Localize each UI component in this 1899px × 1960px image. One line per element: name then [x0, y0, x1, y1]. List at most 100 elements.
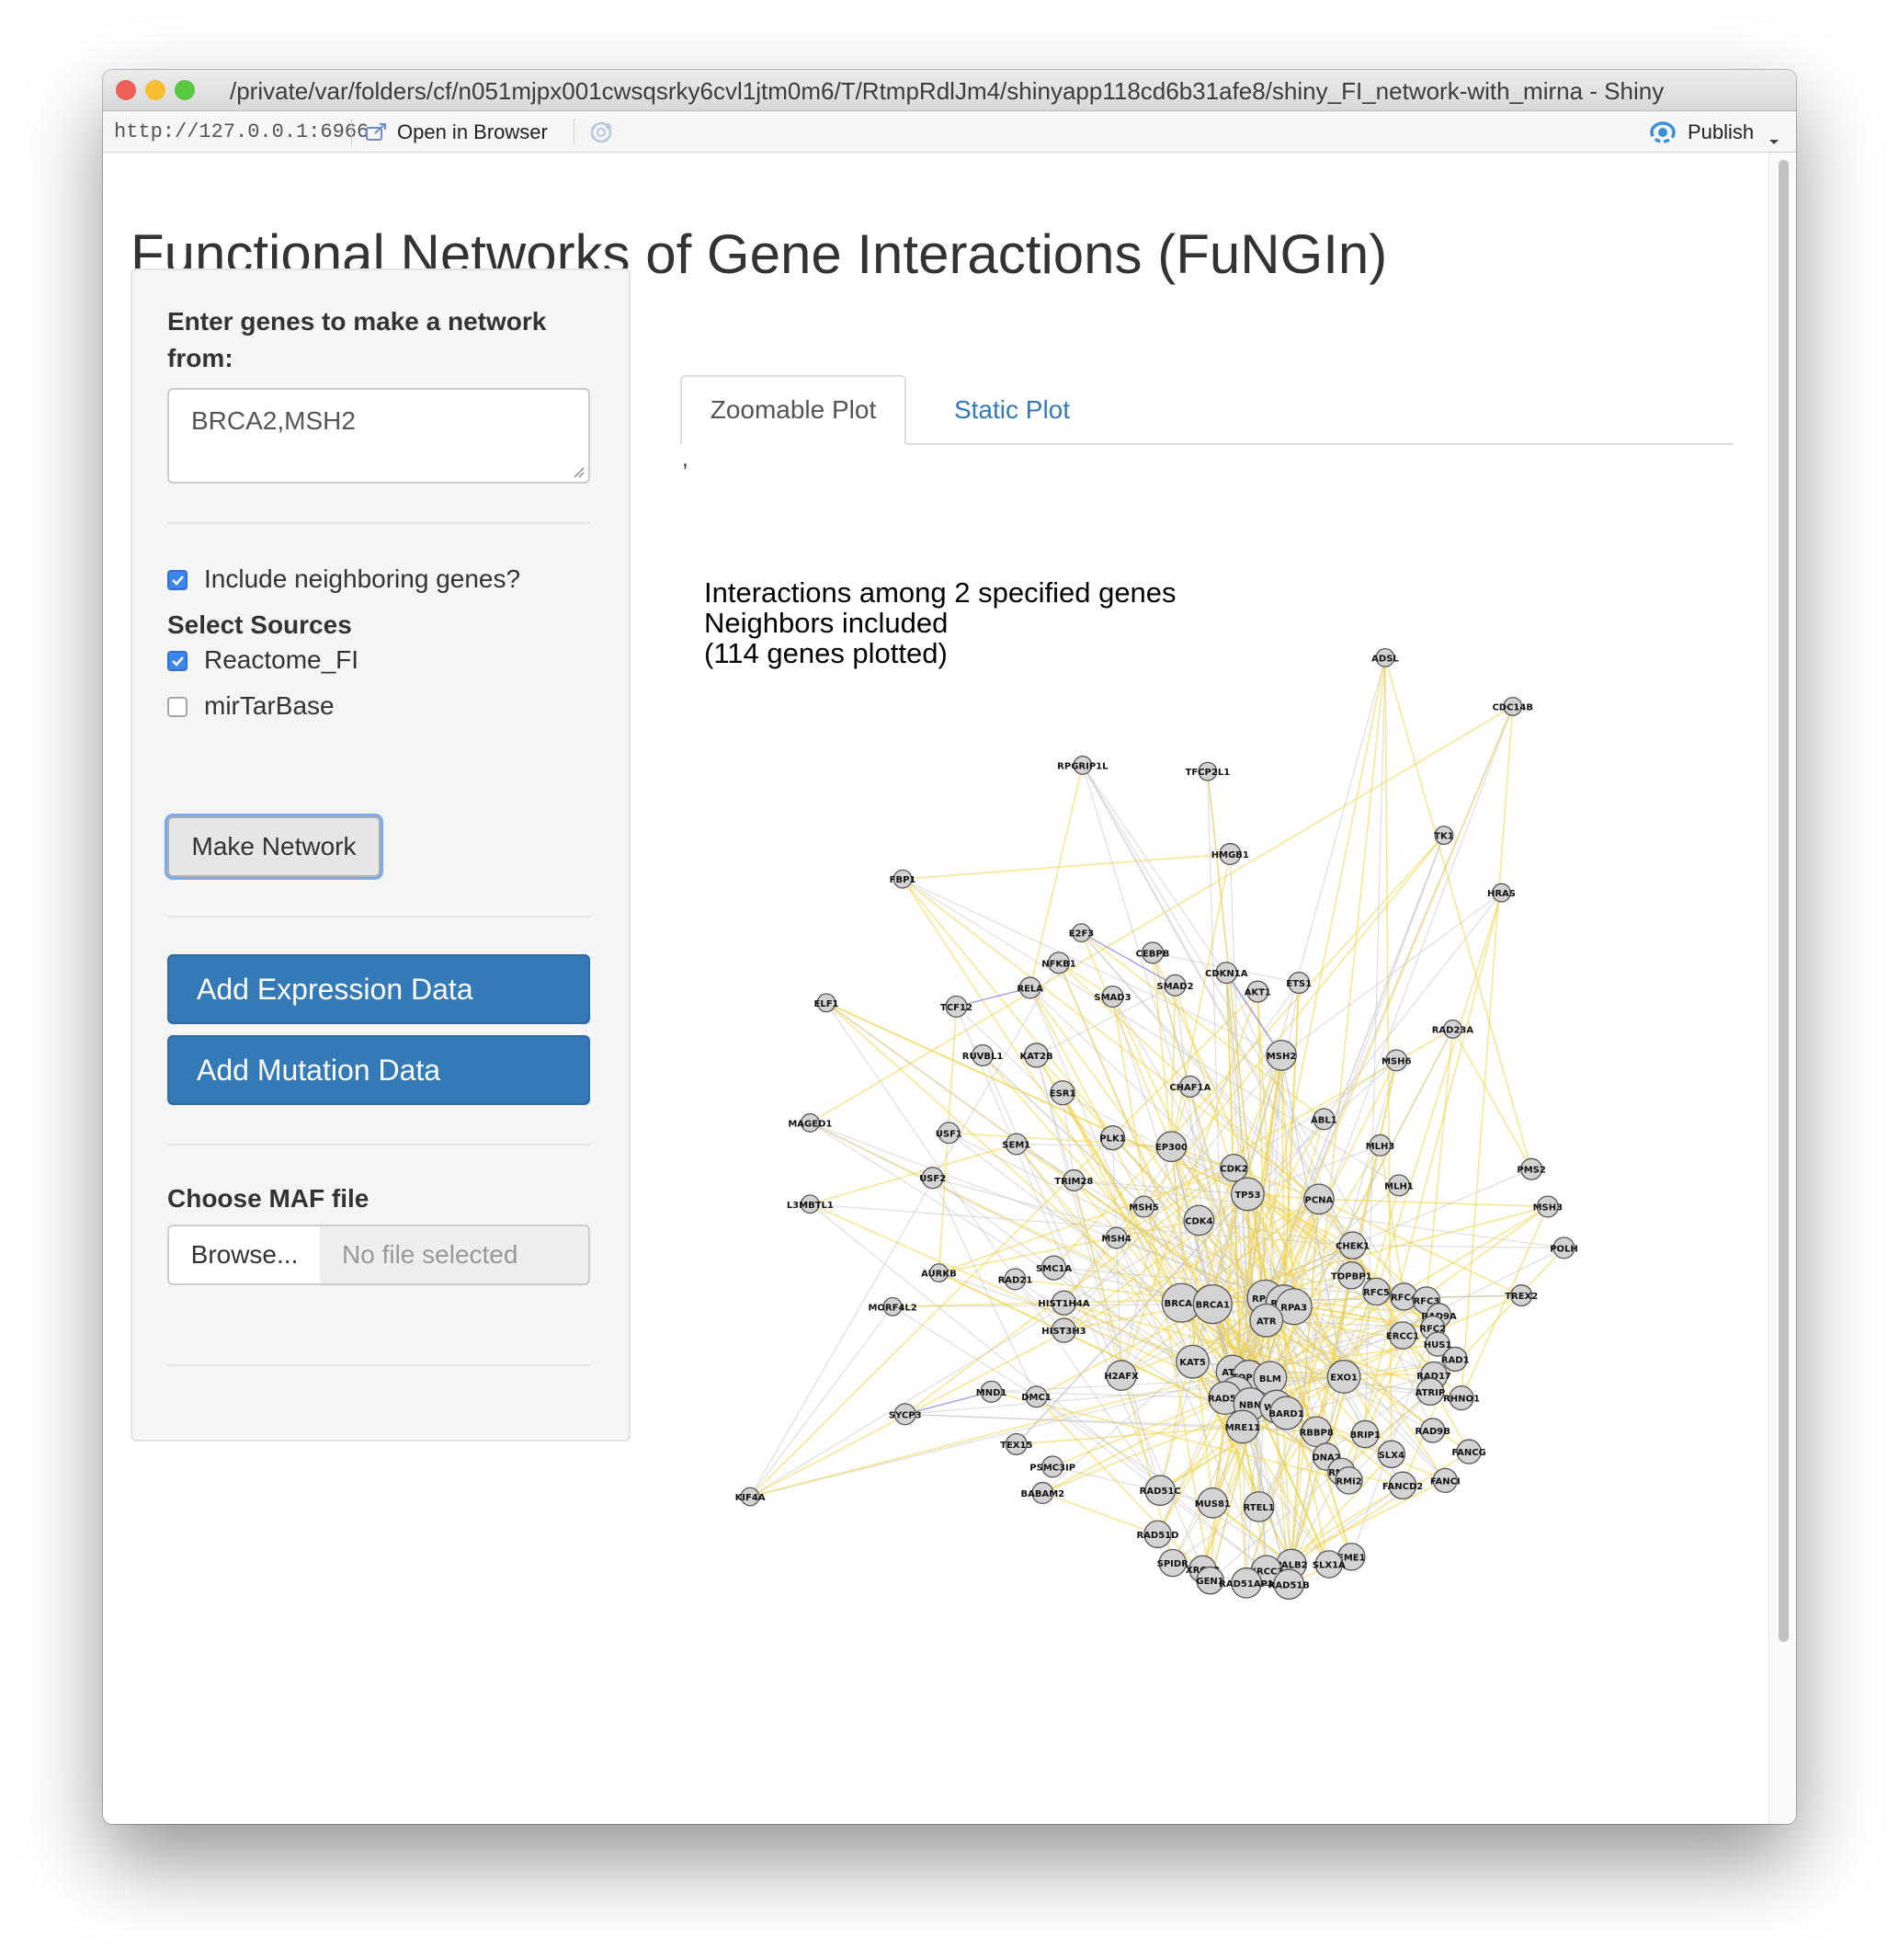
open-browser-icon[interactable] [366, 122, 388, 148]
gene-node-morf4l2[interactable]: MORF4L2 [868, 1296, 917, 1316]
gene-node-polh[interactable]: POLH [1550, 1236, 1578, 1259]
gene-label: RAD51D [1136, 1531, 1178, 1541]
gene-node-pms2[interactable]: PMS2 [1517, 1157, 1546, 1180]
gene-label: RBBP8 [1300, 1428, 1334, 1438]
network-nodes: ADSL CDC14B RPGRIP1L TFCP2L1 TK1 HMGB1 FBP1 HRA… [735, 647, 1578, 1601]
gene-node-tcf12[interactable]: TCF12 [940, 995, 972, 1018]
network-edges [749, 657, 1565, 1585]
gene-node-brca1[interactable]: BRCA1 [1192, 1283, 1233, 1325]
gene-node-rfc5[interactable]: RFC5 [1362, 1277, 1391, 1306]
gene-node-tex15[interactable]: TEX15 [1000, 1432, 1032, 1455]
gene-label: MSH2 [1267, 1052, 1297, 1062]
gene-label: ELF1 [814, 999, 839, 1009]
gene-node-esr1[interactable]: ESR1 [1050, 1080, 1076, 1106]
gene-node-kat5[interactable]: KAT5 [1176, 1344, 1210, 1379]
gene-label: MAGED1 [788, 1119, 832, 1129]
gene-node-rtel1[interactable]: RTEL1 [1244, 1491, 1275, 1522]
viewer-toolbar: http://127.0.0.1:6966 Open in Browser Pu… [103, 111, 1796, 153]
chevron-down-icon[interactable] [1768, 128, 1780, 152]
gene-node-cdc14b[interactable]: CDC14B [1492, 697, 1533, 716]
gene-label: TCF12 [940, 1003, 972, 1013]
gene-label: HIST1H4A [1038, 1299, 1089, 1309]
gene-label: MSH3 [1533, 1203, 1564, 1214]
gene-node-maged1[interactable]: MAGED1 [788, 1112, 832, 1133]
gene-node-fanci[interactable]: FANCI [1430, 1467, 1461, 1494]
gene-node-e2f3[interactable]: E2F3 [1069, 923, 1095, 943]
gene-label: RUVBL1 [962, 1052, 1004, 1062]
gene-label: MORF4L2 [868, 1303, 916, 1313]
gene-node-slx4[interactable]: SLX4 [1377, 1440, 1406, 1469]
gene-label: AKT1 [1245, 988, 1271, 998]
scrollbar-thumb[interactable] [1779, 160, 1789, 1642]
gene-node-msh2[interactable]: MSH2 [1266, 1040, 1297, 1071]
network-edge [1352, 1245, 1564, 1248]
gene-label: MSH6 [1382, 1056, 1412, 1066]
gene-node-cebpb[interactable]: CEBPB [1136, 941, 1170, 964]
minimize-window-button[interactable] [145, 80, 165, 100]
gene-label: HUS1 [1424, 1340, 1452, 1350]
gene-label: PLK1 [1099, 1134, 1125, 1145]
close-window-button[interactable] [116, 80, 136, 100]
gene-label: DMC1 [1021, 1393, 1052, 1403]
gene-label: E2F3 [1069, 929, 1095, 940]
gene-label: ATR [1257, 1316, 1277, 1327]
gene-node-hras[interactable]: HRAS [1487, 883, 1516, 903]
gene-node-exo1[interactable]: EXO1 [1326, 1360, 1361, 1394]
gene-node-tfcp2l1[interactable]: TFCP2L1 [1186, 761, 1231, 781]
gene-label: TOPBP1 [1331, 1271, 1372, 1282]
vertical-scrollbar[interactable] [1768, 153, 1796, 1824]
gene-label: BRCA1 [1196, 1301, 1230, 1311]
gene-label: RELA [1017, 984, 1043, 994]
gene-label: CDC14B [1492, 702, 1533, 712]
window-title: /private/var/folders/cf/n051mjpx001cwsqs… [230, 77, 1665, 105]
gene-node-cdk2[interactable]: CDK2 [1220, 1154, 1248, 1182]
gene-node-fbp1[interactable]: FBP1 [890, 869, 916, 889]
gene-node-ep300[interactable]: EP300 [1155, 1131, 1188, 1163]
gene-label: BABAM2 [1021, 1489, 1065, 1499]
gene-node-rhno1[interactable]: RHNO1 [1443, 1385, 1480, 1411]
gene-label: EXO1 [1330, 1373, 1358, 1383]
gene-node-rad9b[interactable]: RAD9B [1416, 1418, 1450, 1443]
gene-label: RTEL1 [1244, 1503, 1275, 1513]
gene-node-l3mbtl1[interactable]: L3MBTL1 [787, 1194, 834, 1214]
gene-label: H2AFX [1104, 1372, 1139, 1382]
gene-node-rmi2[interactable]: RMI2 [1335, 1466, 1363, 1495]
open-in-browser-button[interactable]: Open in Browser [397, 120, 548, 144]
gene-node-cdkn1a[interactable]: CDKN1A [1205, 962, 1248, 985]
gene-label: CHAF1A [1169, 1083, 1211, 1093]
zoom-window-button[interactable] [175, 80, 195, 100]
gene-node-elf1[interactable]: ELF1 [814, 993, 839, 1013]
url-text: http://127.0.0.1:6966 [114, 120, 370, 143]
network-edge [749, 1193, 1248, 1498]
gene-node-adsl[interactable]: ADSL [1371, 647, 1399, 667]
gene-node-mre11[interactable]: MRE11 [1225, 1409, 1260, 1444]
gene-label: FANCD2 [1382, 1482, 1423, 1492]
gene-node-rad51d[interactable]: RAD51D [1136, 1520, 1178, 1549]
gene-node-atr[interactable]: ATR [1249, 1303, 1284, 1338]
publish-icon[interactable] [1649, 120, 1677, 150]
gene-label: MUS81 [1195, 1499, 1231, 1510]
gene-node-rpgrip1l[interactable]: RPGRIP1L [1057, 755, 1109, 775]
refresh-icon[interactable] [588, 120, 614, 151]
network-edge [1451, 1028, 1532, 1170]
gene-node-tk1[interactable]: TK1 [1434, 826, 1454, 846]
gene-label: TRIM28 [1054, 1177, 1093, 1187]
gene-node-tp53[interactable]: TP53 [1230, 1177, 1265, 1212]
gene-node-pcna[interactable]: PCNA [1303, 1183, 1335, 1215]
publish-button[interactable]: Publish [1688, 120, 1754, 144]
gene-node-ets1[interactable]: ETS1 [1286, 971, 1312, 995]
gene-node-mnd1[interactable]: MND1 [976, 1380, 1007, 1403]
gene-label: CDK2 [1220, 1164, 1247, 1174]
gene-node-plk1[interactable]: PLK1 [1099, 1125, 1126, 1151]
gene-node-akt1[interactable]: AKT1 [1245, 980, 1271, 1003]
gene-node-ruvbl1[interactable]: RUVBL1 [962, 1043, 1004, 1066]
network-edge [902, 853, 1231, 880]
gene-node-bard1[interactable]: BARD1 [1268, 1396, 1304, 1430]
gene-node-cdk4[interactable]: CDK4 [1183, 1204, 1215, 1236]
network-plot[interactable]: ADSL CDC14B RPGRIP1L TFCP2L1 TK1 HMGB1 FBP1 HRA… [103, 153, 1768, 1824]
gene-label: ABL1 [1311, 1115, 1337, 1125]
gene-label: RAD9B [1416, 1427, 1450, 1437]
gene-node-trex2[interactable]: TREX2 [1505, 1284, 1538, 1307]
gene-label: CDK4 [1185, 1216, 1212, 1226]
gene-node-blm[interactable]: BLM [1253, 1361, 1288, 1396]
